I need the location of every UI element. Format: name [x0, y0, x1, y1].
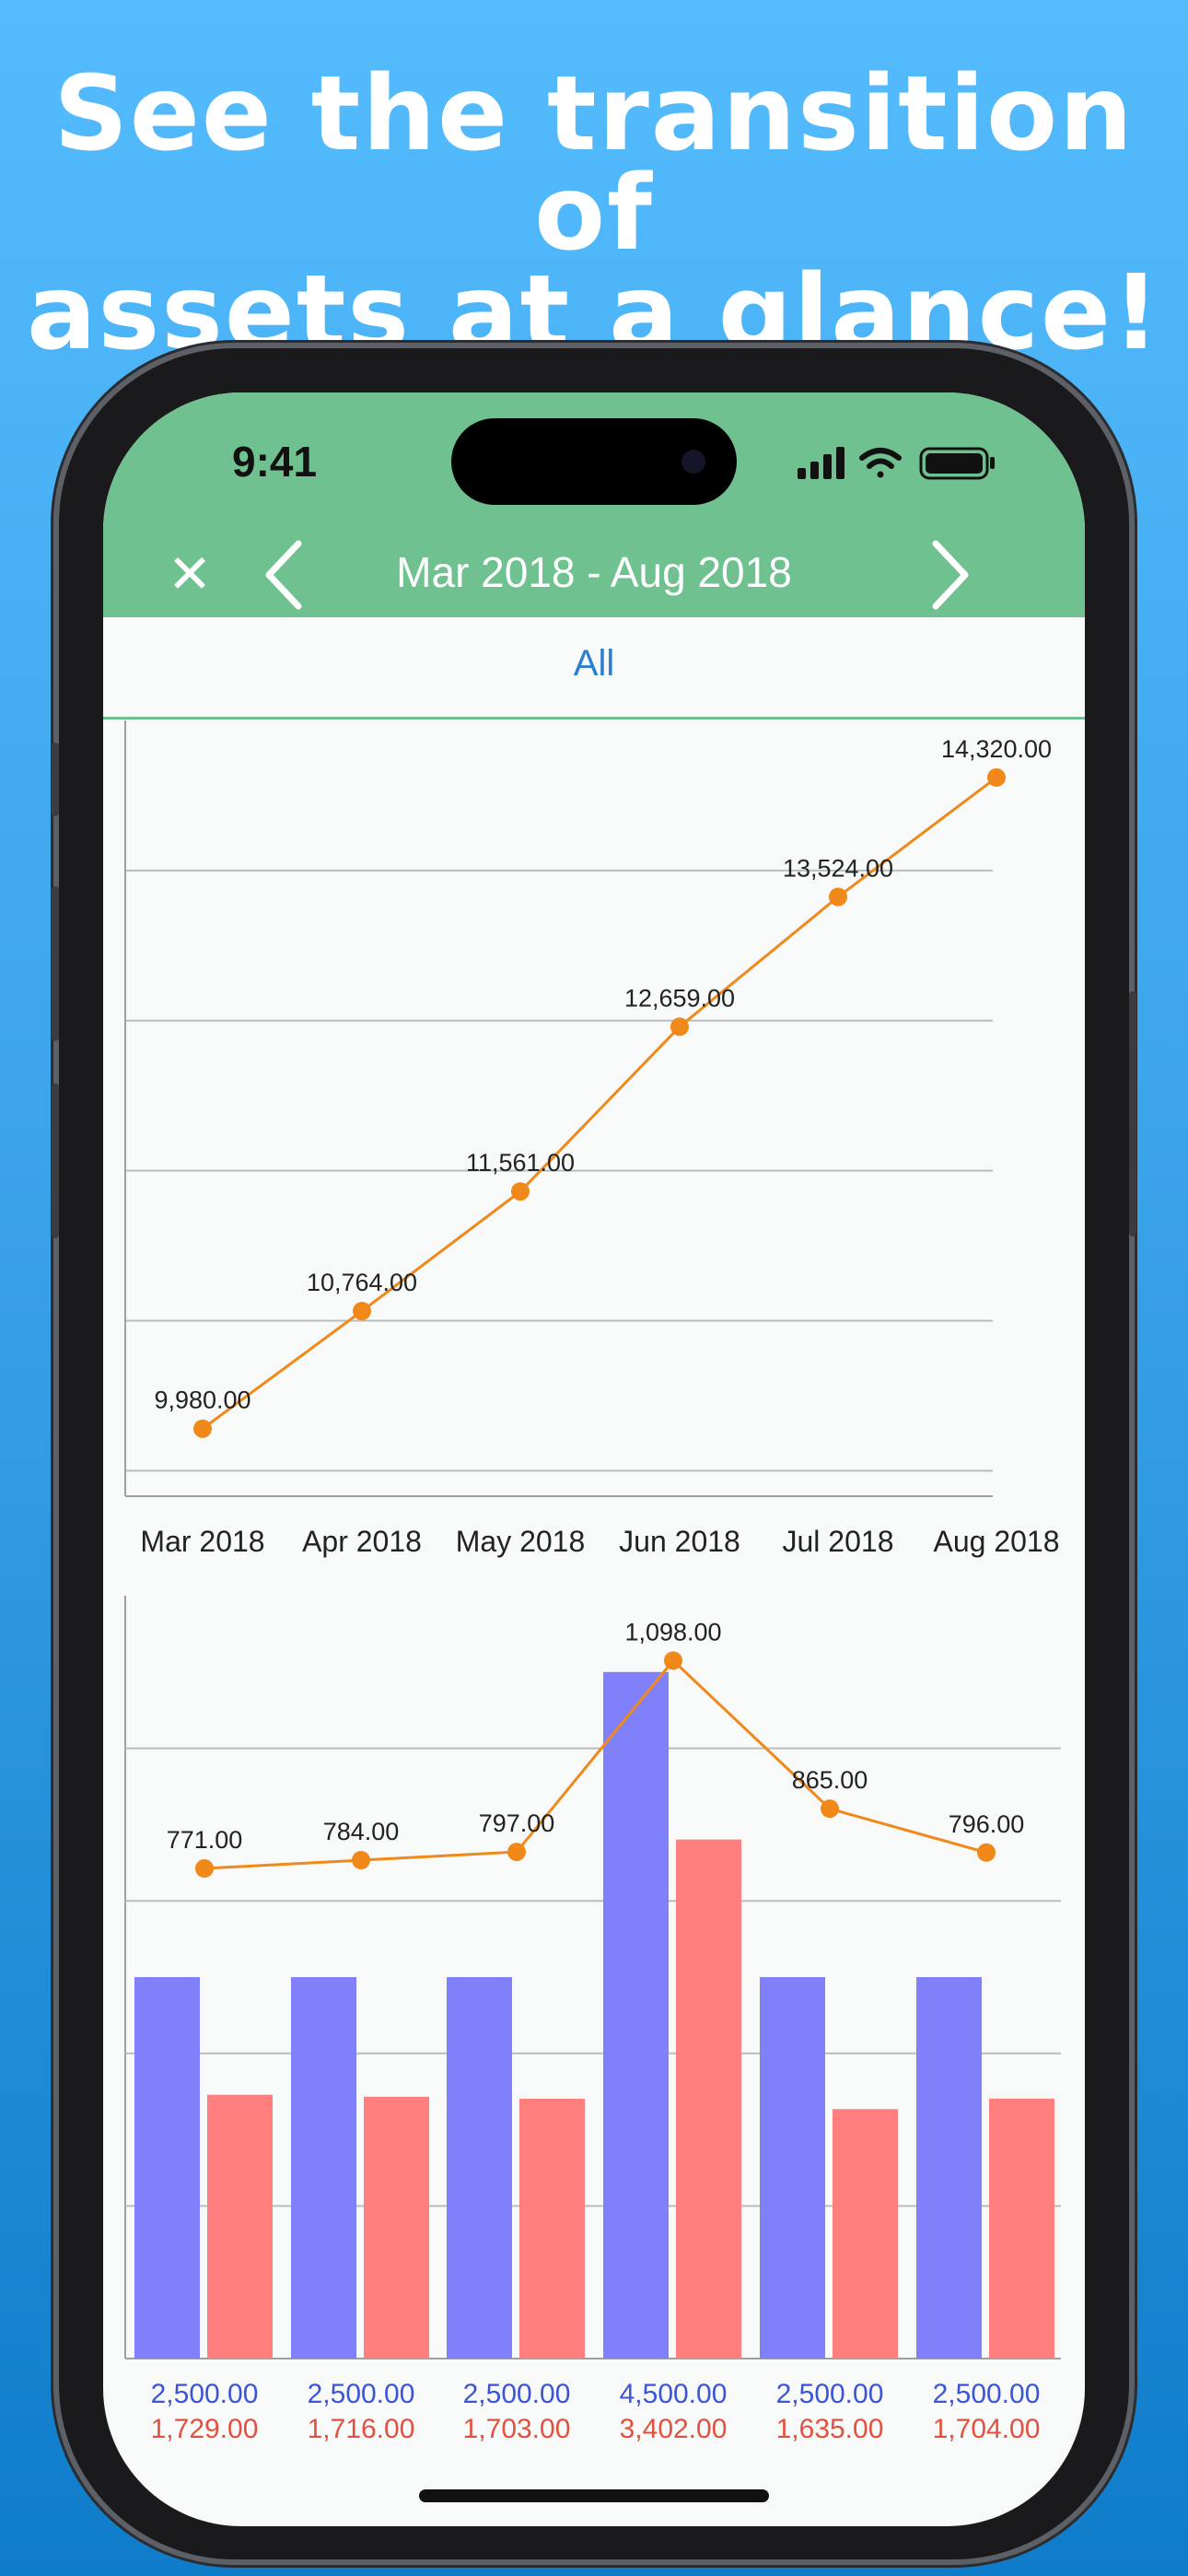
- blue-value-label: 2,500.00: [463, 2379, 571, 2409]
- blue-value-label: 4,500.00: [620, 2379, 728, 2409]
- blue-bar: [760, 1977, 825, 2359]
- red-bar: [833, 2109, 898, 2359]
- balance-point: [511, 1182, 530, 1201]
- red-value-label: 1,703.00: [463, 2414, 571, 2444]
- blue-value-label: 2,500.00: [151, 2379, 259, 2409]
- status-time: 9:41: [232, 438, 318, 486]
- balance-value-label: 11,561.00: [466, 1149, 575, 1177]
- chevron-right-icon[interactable]: [910, 531, 984, 614]
- signal-icon: [798, 447, 844, 479]
- difference-point: [195, 1859, 214, 1879]
- x-axis-tick-label: Apr 2018: [302, 1525, 422, 1558]
- difference-value-label: 796.00: [949, 1810, 1025, 1838]
- blue-bar: [134, 1977, 200, 2359]
- balance-point: [353, 1302, 371, 1321]
- balance-point: [193, 1419, 212, 1438]
- red-bar: [676, 1839, 741, 2359]
- blue-value-label: 2,500.00: [776, 2379, 884, 2409]
- x-axis-tick-label: Jun 2018: [619, 1525, 740, 1558]
- balance-value-label: 12,659.00: [624, 984, 735, 1012]
- x-axis-tick-label: Mar 2018: [140, 1525, 264, 1558]
- app-screen: 9:41 ✕ Mar 2018 - Aug 2018 All 9,980.00 …: [103, 392, 1085, 2526]
- charts-svg: 9,980.00 10,764.00 11,561.00 12,659.00 13,52…: [124, 720, 1061, 2444]
- red-value-label: 1,729.00: [151, 2414, 259, 2444]
- volume-up-button: [52, 886, 59, 1041]
- difference-value-label: 1,098.00: [624, 1618, 721, 1645]
- blue-bar: [291, 1977, 356, 2359]
- action-button: [52, 743, 59, 816]
- balance-value-label: 13,524.00: [783, 855, 893, 883]
- nav-bar: 9:41 ✕ Mar 2018 - Aug 2018: [103, 392, 1085, 617]
- difference-point: [352, 1851, 370, 1870]
- volume-down-button: [52, 1083, 59, 1238]
- charts-area: 9,980.00 10,764.00 11,561.00 12,659.00 13,52…: [103, 720, 1085, 2453]
- balance-point: [670, 1017, 689, 1036]
- red-value-label: 3,402.00: [620, 2414, 728, 2444]
- blue-value-label: 2,500.00: [308, 2379, 415, 2409]
- difference-point: [977, 1843, 996, 1862]
- red-value-label: 1,635.00: [776, 2414, 884, 2444]
- x-axis-tick-label: Aug 2018: [933, 1525, 1059, 1558]
- home-indicator: [419, 2489, 769, 2502]
- blue-bar: [603, 1671, 669, 2359]
- red-bar: [364, 2096, 429, 2359]
- camera-icon: [681, 450, 705, 474]
- headline-line-1: See the transition of: [53, 54, 1135, 274]
- x-axis-tick-label: May 2018: [456, 1525, 586, 1558]
- balance-value-label: 10,764.00: [307, 1269, 417, 1296]
- difference-value-label: 784.00: [323, 1818, 400, 1845]
- red-value-label: 1,716.00: [308, 2414, 415, 2444]
- difference-value-label: 771.00: [167, 1826, 243, 1854]
- blue-bar: [916, 1977, 982, 2359]
- balance-point: [829, 887, 847, 907]
- filter-segment[interactable]: All: [103, 617, 1085, 720]
- red-bar: [989, 2098, 1054, 2359]
- power-button: [1129, 991, 1136, 1236]
- balance-value-label: 9,980.00: [154, 1387, 250, 1414]
- segment-all-label[interactable]: All: [103, 643, 1085, 685]
- x-axis-tick-label: Jul 2018: [783, 1525, 894, 1558]
- difference-value-label: 865.00: [792, 1766, 868, 1794]
- difference-point: [821, 1799, 839, 1819]
- wifi-icon: [859, 448, 902, 478]
- battery-icon: [919, 447, 995, 480]
- red-bar: [519, 2098, 585, 2359]
- status-icons: [798, 447, 995, 480]
- blue-value-label: 2,500.00: [933, 2379, 1041, 2409]
- blue-bar: [447, 1977, 512, 2359]
- red-value-label: 1,704.00: [933, 2414, 1041, 2444]
- difference-value-label: 797.00: [479, 1809, 555, 1837]
- balance-point: [987, 767, 1006, 787]
- balance-value-label: 14,320.00: [941, 735, 1052, 763]
- red-bar: [207, 2094, 273, 2359]
- difference-point: [664, 1651, 682, 1670]
- difference-point: [507, 1843, 526, 1862]
- promo-headline: See the transition of assets at a glance…: [0, 54, 1188, 365]
- difference-line: [204, 1658, 987, 1870]
- dynamic-island: [451, 418, 737, 505]
